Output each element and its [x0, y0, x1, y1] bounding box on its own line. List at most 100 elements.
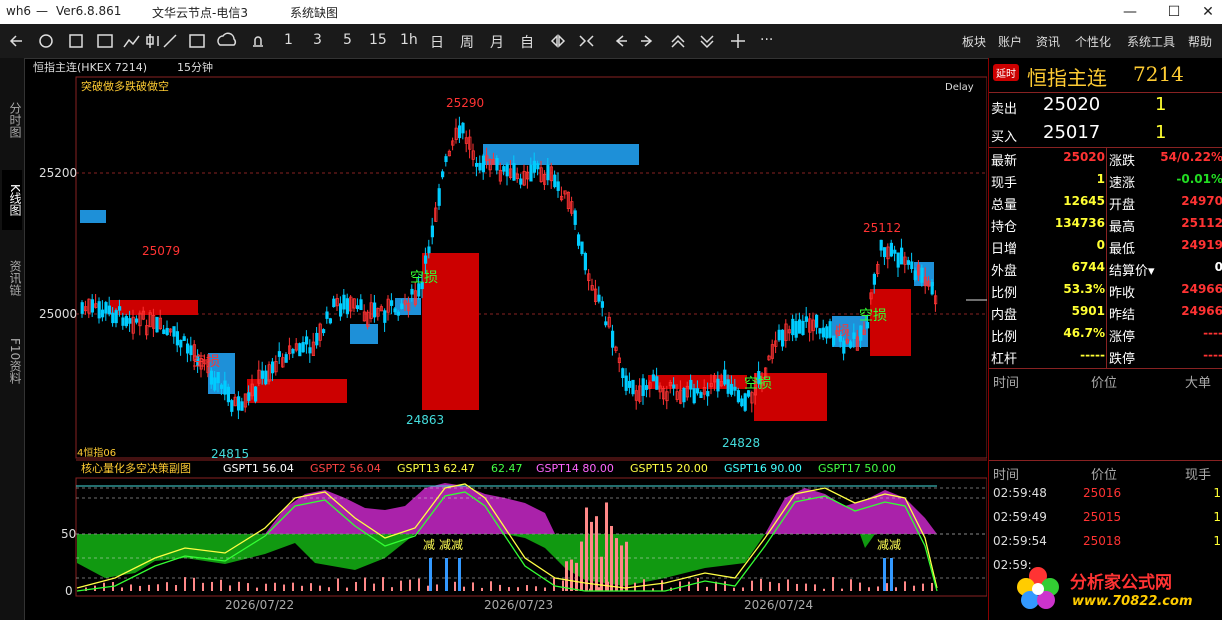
stat-label: 最高 [1109, 220, 1136, 235]
candle-body [502, 166, 506, 172]
price-tick-25000: 25000 [39, 307, 77, 321]
period-5[interactable]: 5 [343, 32, 352, 48]
tab-f10[interactable]: F10资料 [2, 326, 22, 396]
candle-body [733, 386, 737, 391]
sub-param: 62.47 [491, 462, 523, 475]
scroll-down-icon [700, 35, 714, 49]
candle-body [396, 311, 401, 316]
stat-label[interactable]: 结算价▾ [1109, 260, 1155, 279]
sub-indicator-name[interactable]: 核心量化多空决策副图 [81, 461, 191, 475]
sub-bar [175, 585, 177, 591]
candle-body [689, 379, 693, 390]
close-button[interactable]: ✕ [1188, 0, 1222, 24]
signal-text: 空损 [410, 270, 438, 286]
sub-bar [661, 580, 663, 591]
candle-body [604, 321, 608, 326]
menu-news[interactable]: 资讯 [1036, 33, 1060, 50]
menu-account[interactable]: 账户 [998, 33, 1022, 50]
period-month[interactable]: 月 [490, 32, 504, 52]
stat-label: 最低 [1109, 242, 1136, 257]
period-week[interactable]: 周 [460, 32, 474, 52]
candle-body [716, 378, 720, 392]
server-name[interactable]: 文华云节点-电信3 [152, 4, 248, 21]
high-label: 25079 [142, 244, 180, 258]
stat-label: 持仓 [991, 220, 1018, 235]
tick-time: 02:59:49 [993, 510, 1047, 524]
sub-bar [733, 587, 735, 591]
sub-param: GSPT14 80.00 [536, 462, 614, 475]
candle-body [801, 320, 805, 335]
menu-personalize[interactable]: 个性化 [1075, 33, 1111, 50]
sub-bar [310, 583, 312, 591]
stat-value: 46.7% [1063, 326, 1105, 340]
candle-body [696, 388, 700, 394]
menu-system-tools[interactable]: 系统工具 [1127, 33, 1175, 50]
tab-intraday[interactable]: 分时图 [2, 90, 22, 150]
candle-body [910, 261, 914, 270]
menu-sector[interactable]: 板块 [962, 33, 986, 50]
sub-bar [931, 582, 933, 591]
kline-chart-area[interactable]: 恒指主连(HKEX 7214) 15分钟 突破做多跌破做空 Delay 2520… [25, 58, 987, 620]
delay-label: Delay [945, 82, 974, 93]
sub-bar [913, 585, 915, 591]
stat-value: -0.01% [1176, 172, 1222, 186]
tab-kline[interactable]: K线图 [2, 170, 22, 230]
candle-body [223, 380, 227, 395]
candle-body [226, 386, 230, 403]
symbol-label[interactable]: 恒指主连(HKEX 7214) [33, 60, 147, 74]
candle-body [893, 249, 897, 254]
main-indicator-name[interactable]: 突破做多跌破做空 [81, 79, 169, 93]
sub-bar [517, 587, 519, 591]
stat-value: 25020 [1063, 150, 1105, 164]
stat-value: 24970 [1181, 194, 1222, 208]
period-3[interactable]: 3 [313, 32, 322, 48]
tab-news-chain[interactable]: 资讯链 [2, 248, 22, 308]
minimize-button[interactable]: — [1110, 0, 1150, 24]
stat-label: 总量 [991, 198, 1018, 213]
more-icon[interactable]: ··· [760, 32, 773, 48]
sub-bar [850, 579, 852, 591]
sub-bar [769, 581, 771, 591]
period-day[interactable]: 日 [430, 32, 444, 52]
candle-body [427, 246, 431, 254]
period-custom[interactable]: 自 [520, 32, 534, 52]
candle-body [553, 174, 557, 188]
candle-body [859, 325, 863, 341]
candle-body [461, 122, 465, 134]
sub-bar [697, 577, 699, 591]
buy-volume: 1 [1155, 122, 1167, 143]
sub-bar [346, 587, 348, 591]
sub-bar [796, 583, 798, 591]
sub-bar [620, 545, 623, 591]
sub-bar [814, 584, 816, 591]
sub-bar [565, 561, 568, 591]
candle-body [777, 329, 781, 341]
sub-bar [463, 586, 465, 591]
sub-bar [595, 516, 598, 591]
period-label[interactable]: 15分钟 [177, 60, 213, 74]
candle-body [213, 377, 217, 391]
sub-bar [229, 585, 231, 591]
sub-text: 减减 [439, 538, 463, 552]
stat-value: 6744 [1071, 260, 1105, 274]
delay-badge: 延时 [993, 64, 1019, 81]
candle-body [301, 342, 305, 353]
buy-label: 买入 [991, 130, 1018, 145]
candle-body [260, 370, 264, 379]
sub-text: 减 [423, 538, 435, 552]
candle-body [896, 252, 900, 268]
menu-help[interactable]: 帮助 [1188, 33, 1212, 50]
period-1[interactable]: 1 [284, 32, 293, 48]
high-label: 25112 [863, 221, 901, 235]
kline-chart[interactable]: 恒指主连(HKEX 7214) 15分钟 突破做多跌破做空 Delay 2520… [25, 58, 987, 620]
candle-body [236, 396, 241, 411]
period-15[interactable]: 15 [369, 32, 387, 48]
candle-body [852, 332, 856, 339]
sub-bar [427, 585, 429, 591]
system-menu[interactable]: 系统缺图 [290, 4, 338, 21]
candle-body [355, 305, 360, 310]
candle-body [135, 318, 139, 323]
list-icon [69, 34, 83, 48]
candle-body [624, 375, 628, 391]
period-1h[interactable]: 1h [400, 32, 418, 48]
